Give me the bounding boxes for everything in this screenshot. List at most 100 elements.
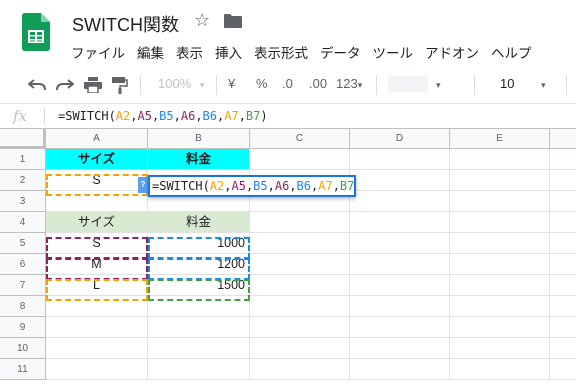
paint-format-icon[interactable] xyxy=(112,77,128,94)
cell-f8[interactable] xyxy=(550,296,576,317)
cell-f9[interactable] xyxy=(550,317,576,338)
row-header-9[interactable]: 9 xyxy=(0,317,46,338)
cell-d7[interactable] xyxy=(350,275,450,296)
print-icon[interactable] xyxy=(84,77,102,93)
row-header-8[interactable]: 8 xyxy=(0,296,46,317)
cell-b11[interactable] xyxy=(148,359,250,380)
cell-f1[interactable] xyxy=(550,149,576,170)
cell-a9[interactable] xyxy=(46,317,148,338)
cell-d6[interactable] xyxy=(350,254,450,275)
cell-d1[interactable] xyxy=(350,149,450,170)
cell-e4[interactable] xyxy=(450,212,550,233)
decrease-decimal-button[interactable]: .0 xyxy=(282,76,293,91)
cell-d2[interactable] xyxy=(350,170,450,191)
cell-d5[interactable] xyxy=(350,233,450,254)
cell-c9[interactable] xyxy=(250,317,350,338)
row-header-4[interactable]: 4 xyxy=(0,212,46,233)
row-header-5[interactable]: 5 xyxy=(0,233,46,254)
cell-c11[interactable] xyxy=(250,359,350,380)
star-icon[interactable]: ☆ xyxy=(194,10,210,31)
cell-c7[interactable] xyxy=(250,275,350,296)
cell-f6[interactable] xyxy=(550,254,576,275)
cell-c6[interactable] xyxy=(250,254,350,275)
cell-e10[interactable] xyxy=(450,338,550,359)
cell-e6[interactable] xyxy=(450,254,550,275)
undo-icon[interactable] xyxy=(28,78,46,92)
cell-f3[interactable] xyxy=(550,191,576,212)
select-all-corner[interactable] xyxy=(0,129,46,149)
cell-b1[interactable]: 料金 xyxy=(148,149,250,170)
row-header-3[interactable]: 3 xyxy=(0,191,46,212)
cell-f2[interactable] xyxy=(550,170,576,191)
row-header-10[interactable]: 10 xyxy=(0,338,46,359)
increase-decimal-button[interactable]: .00 xyxy=(309,76,327,91)
column-header-a[interactable]: A xyxy=(46,129,148,149)
cell-c5[interactable] xyxy=(250,233,350,254)
cell-a1[interactable]: サイズ xyxy=(46,149,148,170)
cell-a6[interactable]: M xyxy=(46,254,148,275)
cell-a10[interactable] xyxy=(46,338,148,359)
cell-c4[interactable] xyxy=(250,212,350,233)
column-header-c[interactable]: C xyxy=(250,129,350,149)
cell-b6[interactable]: 1200 xyxy=(148,254,250,275)
row-header-1[interactable]: 1 xyxy=(0,149,46,170)
cell-e2[interactable] xyxy=(450,170,550,191)
row-header-6[interactable]: 6 xyxy=(0,254,46,275)
folder-icon[interactable] xyxy=(224,14,242,28)
menu-file[interactable]: ファイル xyxy=(71,42,125,62)
menu-tools[interactable]: ツール xyxy=(373,42,414,62)
cell-b5[interactable]: 1000 xyxy=(148,233,250,254)
cell-c10[interactable] xyxy=(250,338,350,359)
menu-edit[interactable]: 編集 xyxy=(137,42,164,62)
cell-a3[interactable] xyxy=(46,191,148,212)
menu-addons[interactable]: アドオン xyxy=(425,42,479,62)
cell-d8[interactable] xyxy=(350,296,450,317)
chevron-down-icon[interactable]: ▾ xyxy=(541,76,546,91)
cell-b10[interactable] xyxy=(148,338,250,359)
redo-icon[interactable] xyxy=(56,78,74,92)
menu-view[interactable]: 表示 xyxy=(176,42,203,62)
column-header-b[interactable]: B xyxy=(148,129,250,149)
cell-e7[interactable] xyxy=(450,275,550,296)
zoom-select[interactable]: 100% ▾ xyxy=(158,76,204,91)
font-size-select[interactable]: 10 xyxy=(500,76,514,91)
font-select[interactable] xyxy=(388,76,428,92)
cell-d11[interactable] xyxy=(350,359,450,380)
cell-c1[interactable] xyxy=(250,149,350,170)
cell-f7[interactable] xyxy=(550,275,576,296)
cell-e11[interactable] xyxy=(450,359,550,380)
cell-e8[interactable] xyxy=(450,296,550,317)
cell-b7[interactable]: 1500 xyxy=(148,275,250,296)
cell-f4[interactable] xyxy=(550,212,576,233)
formula-help-button[interactable]: ? xyxy=(138,177,148,193)
column-header-d[interactable]: D xyxy=(350,129,450,149)
cell-b4[interactable]: 料金 xyxy=(148,212,250,233)
row-header-2[interactable]: 2 xyxy=(0,170,46,191)
sheets-logo-icon[interactable] xyxy=(22,13,50,51)
cell-a11[interactable] xyxy=(46,359,148,380)
row-header-7[interactable]: 7 xyxy=(0,275,46,296)
cell-d3[interactable] xyxy=(350,191,450,212)
menu-data[interactable]: データ xyxy=(320,42,361,62)
row-header-11[interactable]: 11 xyxy=(0,359,46,380)
cell-a7[interactable]: L xyxy=(46,275,148,296)
cell-d10[interactable] xyxy=(350,338,450,359)
cell-e5[interactable] xyxy=(450,233,550,254)
currency-format-button[interactable]: ¥ xyxy=(228,76,235,91)
formula-input[interactable]: =SWITCH(A2,A5,B5,A6,B6,A7,B7) xyxy=(58,109,268,123)
cell-f10[interactable] xyxy=(550,338,576,359)
cell-a5[interactable]: S xyxy=(46,233,148,254)
menu-format[interactable]: 表示形式 xyxy=(254,42,308,62)
menu-help[interactable]: ヘルプ xyxy=(491,42,532,62)
cell-a4[interactable]: サイズ xyxy=(46,212,148,233)
cell-a8[interactable] xyxy=(46,296,148,317)
cell-b8[interactable] xyxy=(148,296,250,317)
chevron-down-icon[interactable]: ▾ xyxy=(436,76,441,91)
cell-editor[interactable]: =SWITCH(A2,A5,B5,A6,B6,A7,B7) xyxy=(148,175,356,197)
cell-b9[interactable] xyxy=(148,317,250,338)
cell-a2[interactable]: S xyxy=(46,170,148,191)
cell-e9[interactable] xyxy=(450,317,550,338)
cell-e1[interactable] xyxy=(450,149,550,170)
menu-insert[interactable]: 挿入 xyxy=(215,42,242,62)
cell-d9[interactable] xyxy=(350,317,450,338)
